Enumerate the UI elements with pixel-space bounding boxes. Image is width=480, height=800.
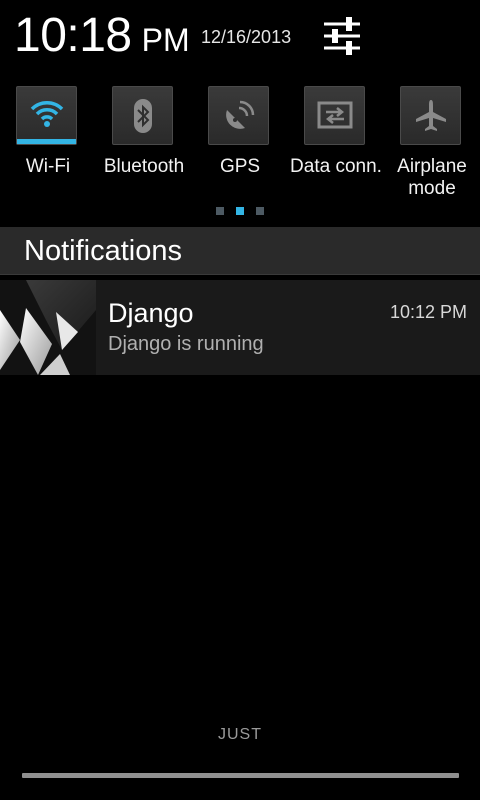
status-header: 10:18 PM 12/16/2013 [0,0,480,76]
toggle-label: Bluetooth [103,156,185,177]
carrier-label: JUST [218,726,262,743]
page-indicator [0,207,480,215]
toggle-label: Airplane mode [397,156,467,199]
notification-app-name: Django [108,298,194,328]
clock-ampm: PM [141,22,190,58]
toggle-data-connection[interactable]: Data conn. [288,84,384,208]
quick-settings: Wi-Fi Bluetooth GPS Data conn. Airplane … [0,84,480,208]
bluetooth-icon [134,99,152,133]
data-transfer-icon [317,101,353,129]
toggle-label: Data conn. [290,156,382,177]
notification-time: 10:12 PM [389,302,467,322]
django-app-icon [0,280,96,375]
clock: 10:18 PM [14,12,190,60]
date-label[interactable]: 12/16/2013 [201,27,291,48]
drag-handle[interactable] [22,773,459,778]
page-dot-active [236,207,244,215]
clock-time: 10:18 [14,9,132,62]
page-dot [256,207,264,215]
toggle-airplane-tile[interactable] [400,86,461,145]
notification-item[interactable]: Django 10:12 PM Django is running [0,280,480,375]
settings-sliders-icon [324,17,360,55]
toggle-wifi[interactable]: Wi-Fi [0,84,96,208]
notifications-header: Notifications [0,227,480,275]
toggle-wifi-tile[interactable] [16,86,77,145]
toggle-airplane-mode[interactable]: Airplane mode [384,84,480,208]
toggle-gps-tile[interactable] [208,86,269,145]
wifi-icon [30,101,64,127]
notification-text: Django is running [108,333,264,355]
settings-button[interactable] [318,14,366,58]
toggle-gps[interactable]: GPS [192,84,288,208]
toggle-bluetooth[interactable]: Bluetooth [96,84,192,208]
notifications-title: Notifications [24,235,182,267]
page-dot [216,207,224,215]
toggle-bluetooth-tile[interactable] [112,86,173,145]
toggle-label: GPS [219,156,261,177]
toggle-data-tile[interactable] [304,86,365,145]
active-indicator [17,139,76,144]
gps-satellite-icon [226,100,255,129]
toggle-label: Wi-Fi [25,156,71,177]
airplane-icon [416,100,446,131]
